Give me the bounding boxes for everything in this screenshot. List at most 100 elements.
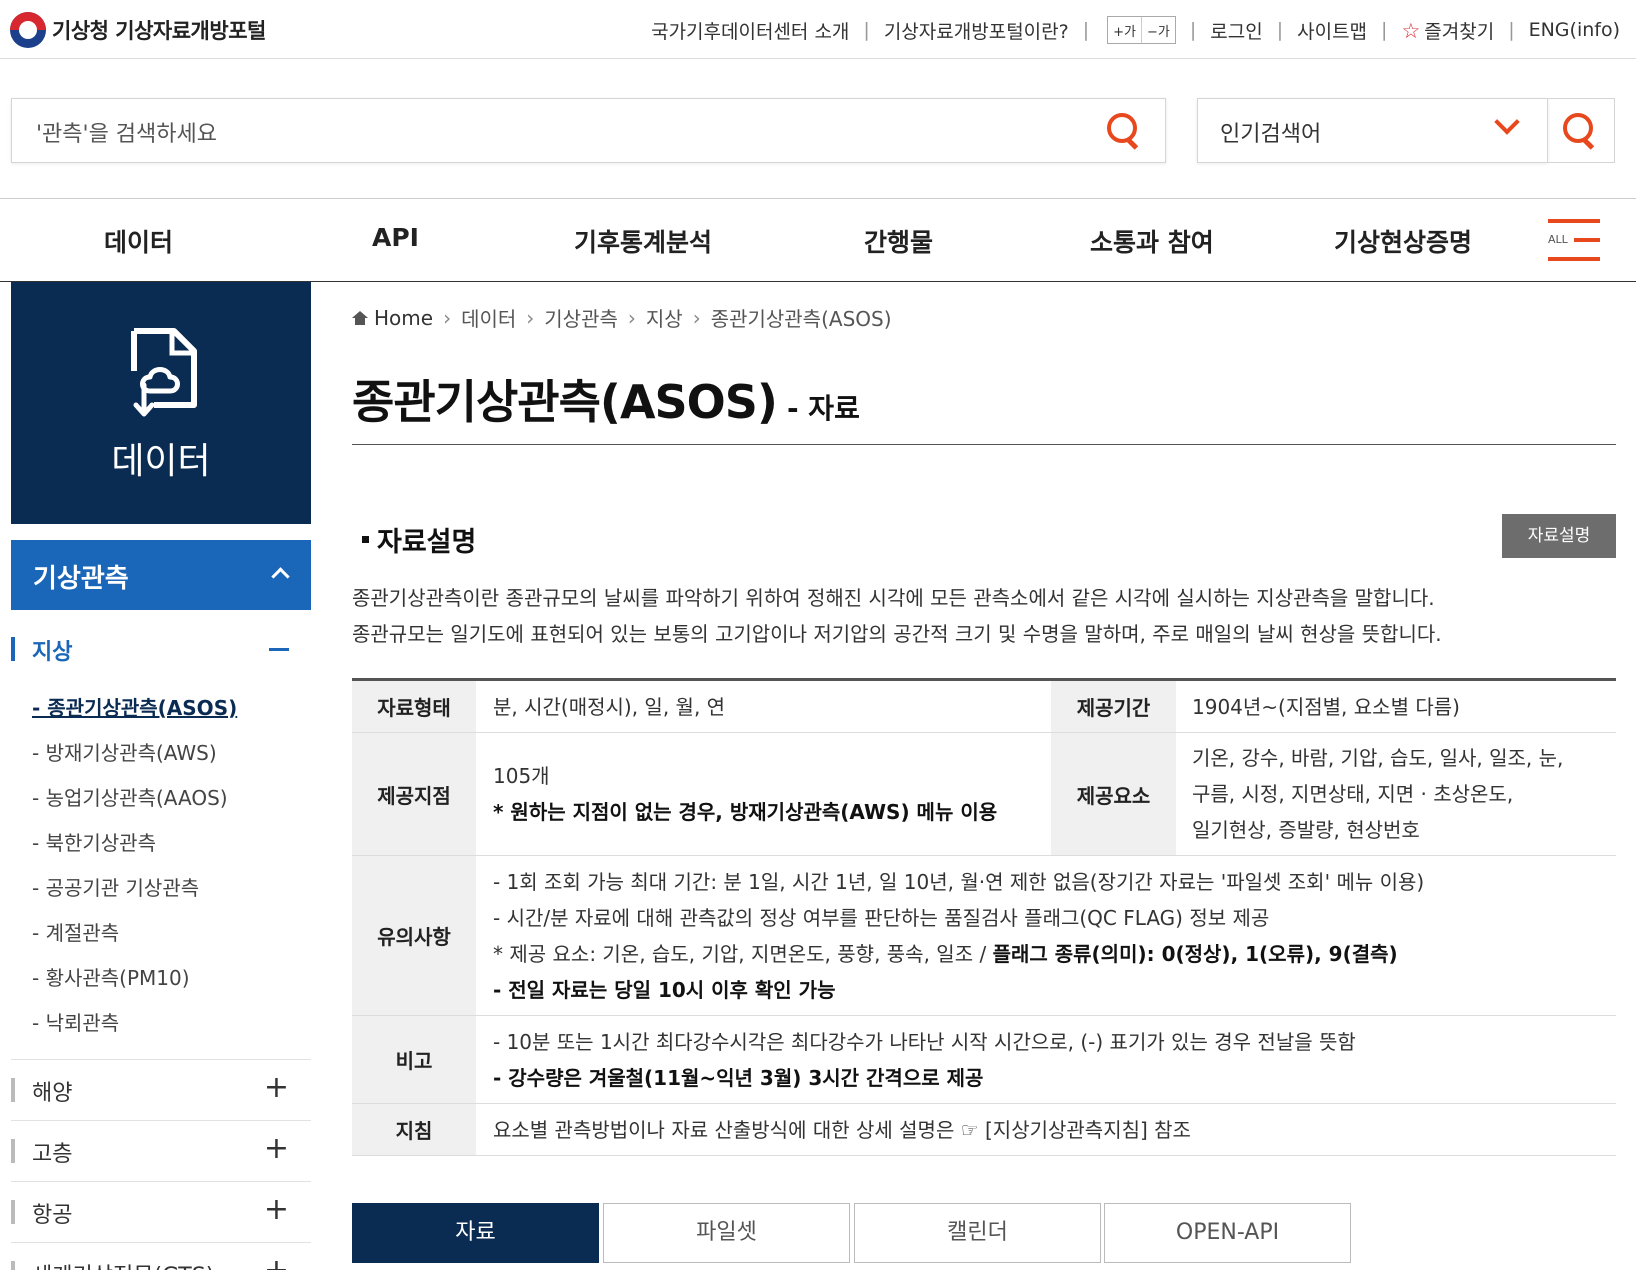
gnb-weather-certificate[interactable]: 기상현상증명 [1334,223,1472,259]
login-link[interactable]: 로그인 [1210,17,1262,44]
sidebar-link-lightning[interactable]: - 낙뢰관측 [32,1007,119,1036]
notes-text: * 제공 요소: 기온, 습도, 기압, 지면온도, 풍향, 풍속, 일조 / [493,941,993,966]
english-link[interactable]: ENG(info) [1529,19,1620,41]
table-cell: - 10분 또는 1시간 최다강수시각은 최다강수가 나타난 시작 시간으로, … [493,1016,1356,1103]
remarks-line: - 강수량은 겨울철(11월~익년 3월) 3시간 간격으로 제공 [493,1065,984,1090]
elements-line: 구름, 시정, 지면상태, 지면 · 초상온도, [1192,782,1514,806]
star-icon: ☆ [1401,18,1421,43]
sidebar-item-label: 고층 [32,1142,73,1167]
search-input[interactable]: '관측'을 검색하세요 [11,98,1166,163]
divider [352,444,1616,445]
table-row: 유의사항 - 1회 조회 가능 최대 기간: 분 1일, 시간 1년, 일 10… [352,856,1616,1016]
sidebar-link-public-agency[interactable]: - 공공기관 기상관측 [32,872,199,901]
plus-icon: + [263,1131,289,1166]
main-navigation: 데이터 API 기후통계분석 간행물 소통과 참여 기상현상증명 ALL [0,198,1636,282]
search-placeholder: '관측'을 검색하세요 [36,122,218,147]
table-header: 자료형태 [352,681,476,732]
favorites-label: 즐겨찾기 [1424,20,1495,43]
popular-keywords-dropdown[interactable]: 인기검색어 [1197,98,1548,163]
sidebar-link-aaos[interactable]: - 농업기상관측(AAOS) [32,782,228,811]
kma-emblem-icon [10,12,46,48]
all-menu-button[interactable]: ALL [1548,219,1600,261]
data-description-button[interactable]: 자료설명 [1502,514,1616,558]
breadcrumb-home[interactable]: Home [374,306,433,330]
table-cell: 1904년~(지점별, 요소별 다름) [1192,694,1460,719]
guide-link[interactable]: 요소별 관측방법이나 자료 산출방식에 대한 상세 설명은 ☞ [지상기상관측지… [493,1104,1191,1155]
sidebar-link-yellow-dust[interactable]: - 황사관측(PM10) [32,962,190,991]
table-header: 제공지점 [352,733,476,855]
sidebar-item-marine[interactable]: 해양 + [11,1060,311,1120]
divider: | [863,19,870,41]
elements-line: 기온, 강수, 바람, 기압, 습도, 일사, 일조, 눈, [1192,746,1564,770]
sidebar-link-aws[interactable]: - 방재기상관측(AWS) [32,737,217,766]
indicator [11,1200,15,1224]
table-cell: 기온, 강수, 바람, 기압, 습도, 일사, 일조, 눈, 구름, 시정, 지… [1192,733,1563,855]
table-row: 자료형태 분, 시간(매정시), 일, 월, 연 제공기간 1904년~(지점별… [352,681,1616,733]
font-decrease-button[interactable]: −가 [1140,17,1175,43]
sidebar-item-ground[interactable]: 지상 [11,619,311,679]
elements-line: 일기현상, 증발량, 현상번호 [1192,818,1420,842]
search-icon[interactable] [1107,113,1141,147]
gnb-communication[interactable]: 소통과 참여 [1090,223,1214,259]
logo-text: 기상청 기상자료개방포털 [52,19,266,43]
gnb-publications[interactable]: 간행물 [864,223,933,259]
gnb-climate-statistics[interactable]: 기후통계분석 [574,223,712,259]
divider: | [1508,19,1515,41]
home-icon [352,310,368,325]
chevron-right-icon: › [692,305,701,330]
breadcrumb-item[interactable]: 기상관측 [544,303,618,332]
gnb-api[interactable]: API [372,223,419,252]
utility-menu: 국가기후데이터센터 소개 | 기상자료개방포털이란? | +가 −가 | 로그인… [651,12,1620,48]
link-about-climate-center[interactable]: 국가기후데이터센터 소개 [651,17,849,44]
tab-calendar[interactable]: 캘린더 [854,1203,1101,1263]
table-header: 제공기간 [1051,681,1176,732]
section-title: 자료설명 [362,520,476,559]
station-count: 105개 [493,764,550,788]
sidebar-category-observation[interactable]: 기상관측 [11,540,311,610]
sidebar-link-seasonal[interactable]: - 계절관측 [32,917,119,946]
table-row: 지침 요소별 관측방법이나 자료 산출방식에 대한 상세 설명은 ☞ [지상기상… [352,1104,1616,1156]
favorites-link[interactable]: ☆ 즐겨찾기 [1401,17,1494,44]
indicator [11,1261,15,1270]
popular-search-button[interactable] [1545,98,1615,163]
plus-icon: + [264,1256,289,1270]
sidebar-link-north-korea[interactable]: - 북한기상관측 [32,827,156,856]
sidebar-item-label: 항공 [32,1203,73,1228]
notes-line: - 1회 조회 가능 최대 기간: 분 1일, 시간 1년, 일 10년, 월·… [493,869,1425,894]
menu-bar [1548,257,1600,261]
breadcrumb-item[interactable]: 데이터 [461,303,516,332]
chevron-down-icon [1494,109,1520,135]
bullet-icon [362,536,369,543]
search-icon [1563,113,1597,147]
divider: | [1189,19,1197,41]
divider: | [1276,19,1284,41]
plus-icon: + [263,1070,289,1105]
sidebar-title: 데이터 [111,441,211,482]
table-cell: - 1회 조회 가능 최대 기간: 분 1일, 시간 1년, 일 10년, 월·… [493,856,1424,1015]
sidebar-item-aviation[interactable]: 항공 + [11,1182,311,1242]
breadcrumb-item[interactable]: 지상 [646,303,683,332]
table-header: 비고 [352,1016,476,1103]
page-title-text: 종관기상관측(ASOS) [352,375,778,429]
section-title-text: 자료설명 [377,527,477,558]
sitemap-link[interactable]: 사이트맵 [1297,17,1367,44]
link-about-portal[interactable]: 기상자료개방포털이란? [884,17,1069,44]
sidebar-item-label: 해양 [32,1081,73,1106]
intro-line: 종관기상관측이란 종관규모의 날씨를 파악하기 위하여 정해진 시각에 모든 관… [352,586,1435,610]
site-logo[interactable]: 기상청 기상자료개방포털 [10,10,266,50]
gnb-data[interactable]: 데이터 [104,223,173,259]
sidebar-link-asos[interactable]: - 종관기상관측(ASOS) [32,692,237,721]
plus-icon: + [263,1192,289,1227]
table-cell: 105개 * 원하는 지점이 없는 경우, 방재기상관측(AWS) 메뉴 이용 [493,733,997,855]
tab-open-api[interactable]: OPEN-API [1104,1203,1351,1263]
breadcrumb: Home › 데이터 › 기상관측 › 지상 › 종관기상관측(ASOS) [352,303,892,332]
font-increase-button[interactable]: +가 [1108,17,1141,43]
remarks-line: - 10분 또는 1시간 최다강수시각은 최다강수가 나타난 시작 시간으로, … [493,1029,1356,1054]
tab-data[interactable]: 자료 [352,1203,599,1263]
indicator [11,1139,15,1163]
sidebar-item-upper-air[interactable]: 고층 + [11,1121,311,1181]
tab-fileset[interactable]: 파일셋 [603,1203,850,1263]
sidebar-item-label: 세계기상전문(GTS) [32,1258,214,1270]
sidebar-item-gts[interactable]: 세계기상전문(GTS) + [11,1243,311,1270]
page-title: 종관기상관측(ASOS) - 자료 [352,366,860,432]
